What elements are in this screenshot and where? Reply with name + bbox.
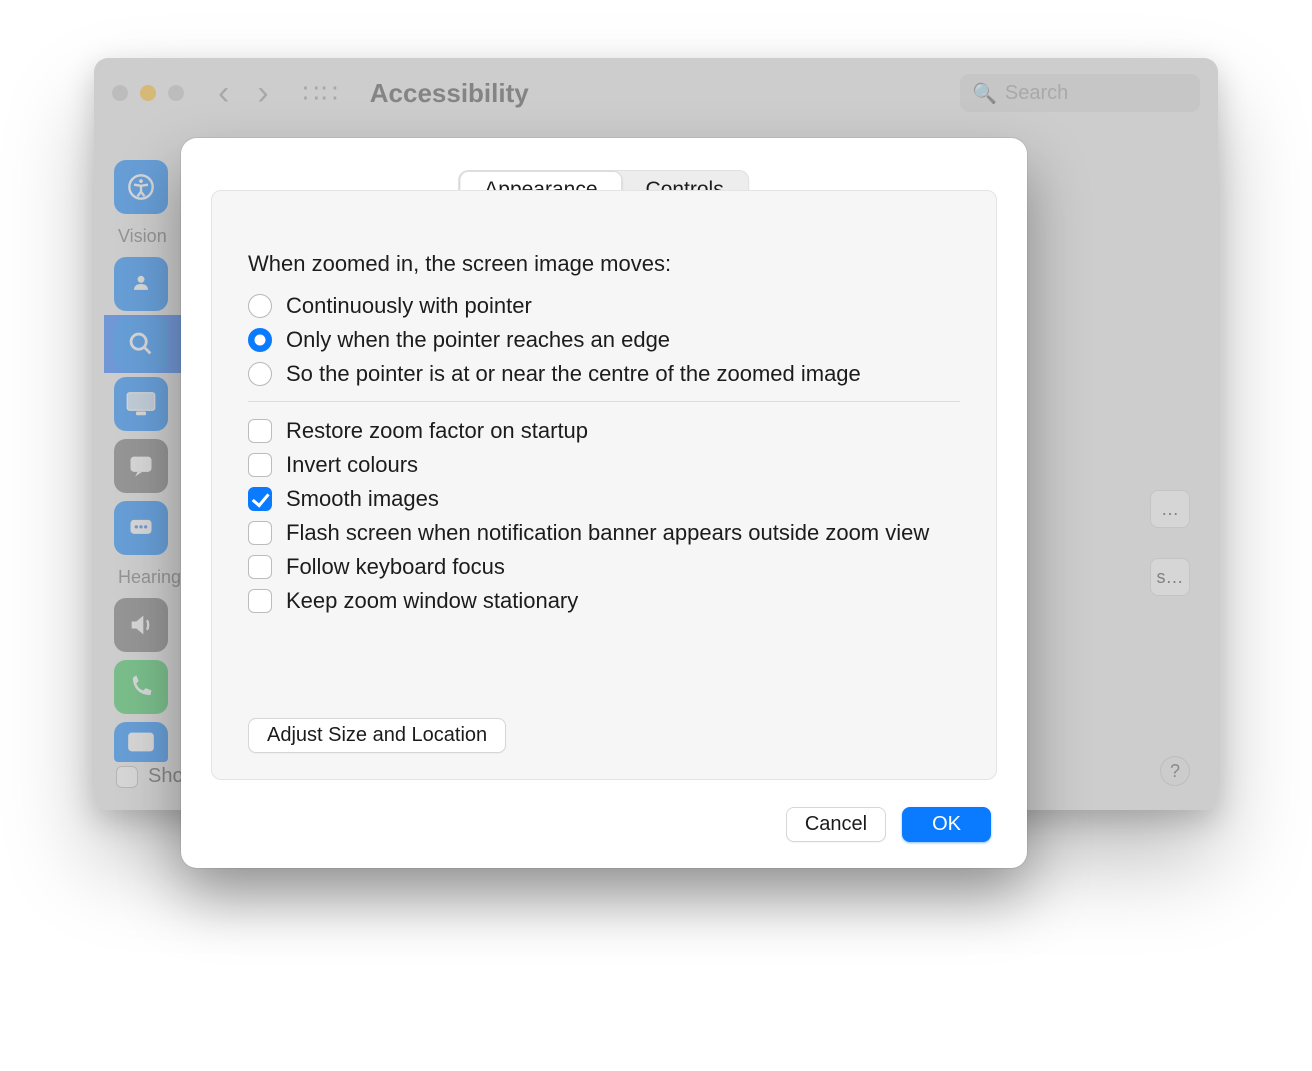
sidebar-item-captions[interactable]: [114, 722, 168, 762]
radio-label: Continuously with pointer: [286, 293, 532, 319]
checkbox-label: Flash screen when notification banner ap…: [286, 520, 929, 546]
check-flash-screen[interactable]: Flash screen when notification banner ap…: [248, 520, 960, 546]
forward-icon[interactable]: ›: [257, 76, 268, 110]
radio-edge[interactable]: Only when the pointer reaches an edge: [248, 327, 960, 353]
zoom-icon: [114, 317, 168, 371]
sidebar-item-audio[interactable]: [114, 598, 168, 652]
show-checkbox[interactable]: [116, 766, 138, 788]
checkbox-icon: [248, 521, 272, 545]
window-title: Accessibility: [370, 78, 529, 109]
checkbox-label: Follow keyboard focus: [286, 554, 505, 580]
divider: [248, 401, 960, 402]
checkbox-label: Smooth images: [286, 486, 439, 512]
background-button-2[interactable]: s…: [1150, 558, 1190, 596]
checkbox-icon: [248, 453, 272, 477]
panel-heading: When zoomed in, the screen image moves:: [248, 251, 960, 277]
check-smooth-images[interactable]: Smooth images: [248, 486, 960, 512]
check-invert-colours[interactable]: Invert colours: [248, 452, 960, 478]
sidebar-item-display[interactable]: [114, 377, 168, 431]
sidebar-item-descriptions[interactable]: [114, 501, 168, 555]
checkbox-icon: [248, 589, 272, 613]
search-input[interactable]: [1005, 82, 1188, 105]
check-restore-zoom[interactable]: Restore zoom factor on startup: [248, 418, 960, 444]
close-traffic-light[interactable]: [112, 85, 128, 101]
radio-icon: [248, 362, 272, 386]
zoom-traffic-light[interactable]: [168, 85, 184, 101]
radio-icon: [248, 294, 272, 318]
show-all-icon[interactable]: ∷∷: [303, 78, 340, 109]
toolbar-nav: ‹ ›: [218, 76, 269, 110]
sidebar-item-speech[interactable]: [114, 439, 168, 493]
search-field[interactable]: 🔍: [960, 74, 1200, 112]
appearance-panel: When zoomed in, the screen image moves: …: [211, 190, 997, 780]
search-icon: 🔍: [972, 81, 997, 106]
sidebar-item-rtc[interactable]: [114, 660, 168, 714]
minimize-traffic-light[interactable]: [140, 85, 156, 101]
help-button[interactable]: ?: [1160, 756, 1190, 786]
radio-label: So the pointer is at or near the centre …: [286, 361, 861, 387]
adjust-size-location-button[interactable]: Adjust Size and Location: [248, 718, 506, 753]
cancel-button[interactable]: Cancel: [786, 807, 886, 842]
sheet-actions: Cancel OK: [786, 807, 991, 842]
window-controls: [112, 85, 184, 101]
checkbox-icon: [248, 487, 272, 511]
back-icon[interactable]: ‹: [218, 76, 229, 110]
radio-centre[interactable]: So the pointer is at or near the centre …: [248, 361, 960, 387]
background-button-1[interactable]: …: [1150, 490, 1190, 528]
sidebar-item-zoom-selected[interactable]: [104, 315, 184, 373]
sidebar-item-overview[interactable]: [114, 160, 168, 214]
checkbox-label: Keep zoom window stationary: [286, 588, 578, 614]
sidebar-item-voiceover[interactable]: [114, 257, 168, 311]
checkbox-icon: [248, 555, 272, 579]
radio-icon: [248, 328, 272, 352]
check-follow-keyboard[interactable]: Follow keyboard focus: [248, 554, 960, 580]
radio-label: Only when the pointer reaches an edge: [286, 327, 670, 353]
radio-continuously[interactable]: Continuously with pointer: [248, 293, 960, 319]
checkbox-label: Invert colours: [286, 452, 418, 478]
zoom-advanced-sheet: Appearance Controls When zoomed in, the …: [181, 138, 1027, 868]
titlebar: ‹ › ∷∷ Accessibility 🔍: [94, 58, 1218, 128]
check-keep-stationary[interactable]: Keep zoom window stationary: [248, 588, 960, 614]
ok-button[interactable]: OK: [902, 807, 991, 842]
checkbox-icon: [248, 419, 272, 443]
checkbox-label: Restore zoom factor on startup: [286, 418, 588, 444]
